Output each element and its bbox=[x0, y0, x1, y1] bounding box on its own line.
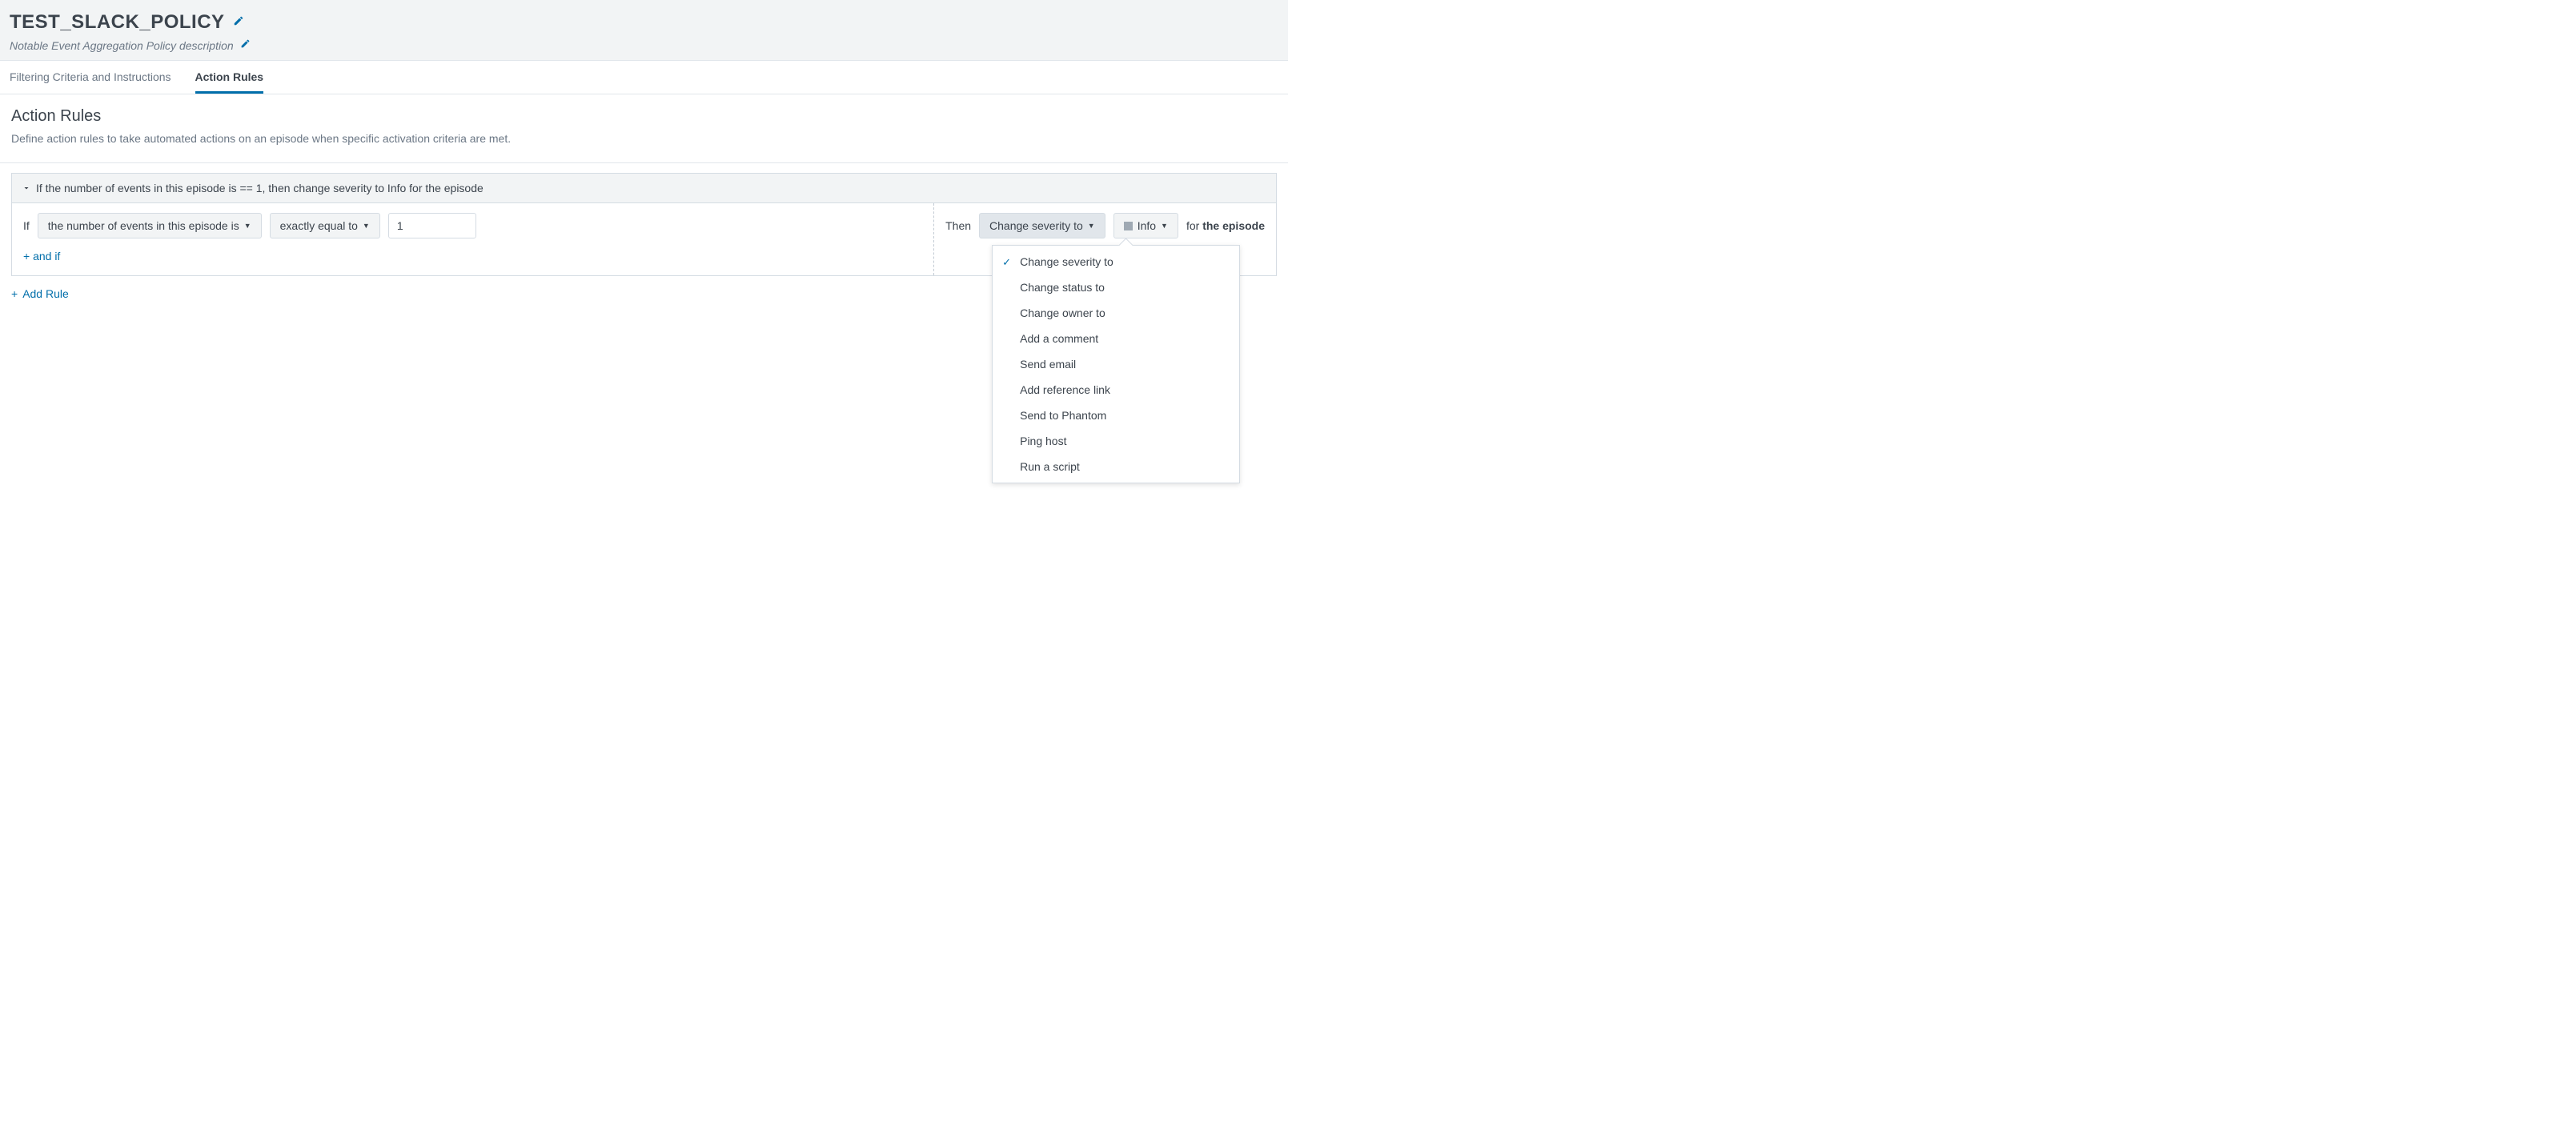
menu-item-ping-host[interactable]: Ping host bbox=[993, 428, 1239, 454]
value-input[interactable] bbox=[388, 213, 476, 238]
menu-item-label: Ping host bbox=[1020, 435, 1066, 447]
tab-filtering-criteria[interactable]: Filtering Criteria and Instructions bbox=[10, 61, 171, 94]
caret-down-icon: ▼ bbox=[244, 222, 251, 230]
add-rule-label: Add Rule bbox=[22, 287, 69, 300]
severity-swatch-icon bbox=[1124, 222, 1133, 230]
page-header: TEST_SLACK_POLICY Notable Event Aggregat… bbox=[0, 0, 1288, 61]
plus-icon: + bbox=[11, 287, 18, 300]
then-block: Then Change severity to ▼ Info ▼ for the… bbox=[945, 213, 1265, 238]
edit-description-icon[interactable] bbox=[240, 38, 251, 52]
menu-item-run-script[interactable]: Run a script bbox=[993, 454, 1239, 479]
if-row: If the number of events in this episode … bbox=[23, 213, 922, 238]
if-label: If bbox=[23, 219, 30, 232]
menu-item-label: Add a comment bbox=[1020, 332, 1098, 345]
section-heading: Action Rules Define action rules to take… bbox=[0, 94, 1288, 153]
condition-field-label: the number of events in this episode is bbox=[48, 219, 239, 232]
caret-down-icon: ▼ bbox=[1161, 222, 1168, 230]
menu-item-add-comment[interactable]: Add a comment bbox=[993, 326, 1239, 351]
rule-card: If the number of events in this episode … bbox=[11, 173, 1277, 276]
action-dropdown[interactable]: Change severity to ▼ bbox=[979, 213, 1105, 238]
section-title: Action Rules bbox=[11, 107, 1277, 126]
tab-bar: Filtering Criteria and Instructions Acti… bbox=[0, 61, 1288, 94]
action-dropdown-label: Change severity to bbox=[989, 219, 1083, 232]
check-icon: ✓ bbox=[1002, 256, 1011, 269]
rule-summary-text: If the number of events in this episode … bbox=[36, 182, 484, 194]
operator-dropdown[interactable]: exactly equal to ▼ bbox=[270, 213, 380, 238]
and-if-label: + and if bbox=[23, 250, 60, 262]
severity-label: Info bbox=[1138, 219, 1156, 232]
page-title: TEST_SLACK_POLICY bbox=[10, 11, 225, 34]
menu-item-label: Change owner to bbox=[1020, 307, 1105, 319]
section-description: Define action rules to take automated ac… bbox=[11, 132, 1277, 145]
rule-body: If the number of events in this episode … bbox=[12, 203, 1276, 275]
menu-item-label: Send to Phantom bbox=[1020, 409, 1106, 422]
menu-item-add-reference-link[interactable]: Add reference link bbox=[993, 377, 1239, 403]
action-dropdown-menu: ✓ Change severity to Change status to Ch… bbox=[992, 245, 1240, 483]
menu-item-label: Send email bbox=[1020, 358, 1076, 371]
menu-item-send-email[interactable]: Send email bbox=[993, 351, 1239, 377]
add-and-if-button[interactable]: + and if bbox=[23, 250, 922, 262]
rule-summary-header[interactable]: If the number of events in this episode … bbox=[12, 174, 1276, 203]
description-row: Notable Event Aggregation Policy descrip… bbox=[10, 38, 1278, 52]
chevron-down-icon bbox=[22, 183, 31, 193]
vertical-divider bbox=[933, 203, 934, 275]
for-label: for the episode bbox=[1186, 219, 1265, 232]
menu-item-send-to-phantom[interactable]: Send to Phantom bbox=[993, 403, 1239, 428]
condition-field-dropdown[interactable]: the number of events in this episode is … bbox=[38, 213, 262, 238]
operator-label: exactly equal to bbox=[280, 219, 358, 232]
menu-item-change-severity[interactable]: ✓ Change severity to bbox=[993, 249, 1239, 274]
rules-area: If the number of events in this episode … bbox=[0, 163, 1288, 310]
title-row: TEST_SLACK_POLICY bbox=[10, 11, 1278, 34]
menu-item-label: Run a script bbox=[1020, 460, 1080, 473]
severity-dropdown[interactable]: Info ▼ bbox=[1113, 213, 1178, 238]
menu-item-change-status[interactable]: Change status to bbox=[993, 274, 1239, 300]
menu-item-change-owner[interactable]: Change owner to bbox=[993, 300, 1239, 326]
then-label: Then bbox=[945, 219, 971, 232]
tab-action-rules[interactable]: Action Rules bbox=[195, 61, 264, 94]
caret-down-icon: ▼ bbox=[363, 222, 370, 230]
menu-item-label: Change status to bbox=[1020, 281, 1105, 294]
menu-item-label: Add reference link bbox=[1020, 383, 1110, 396]
page-description: Notable Event Aggregation Policy descrip… bbox=[10, 39, 234, 52]
menu-item-label: Change severity to bbox=[1020, 255, 1113, 268]
if-block: If the number of events in this episode … bbox=[23, 213, 922, 262]
edit-title-icon[interactable] bbox=[233, 15, 244, 30]
caret-down-icon: ▼ bbox=[1088, 222, 1095, 230]
